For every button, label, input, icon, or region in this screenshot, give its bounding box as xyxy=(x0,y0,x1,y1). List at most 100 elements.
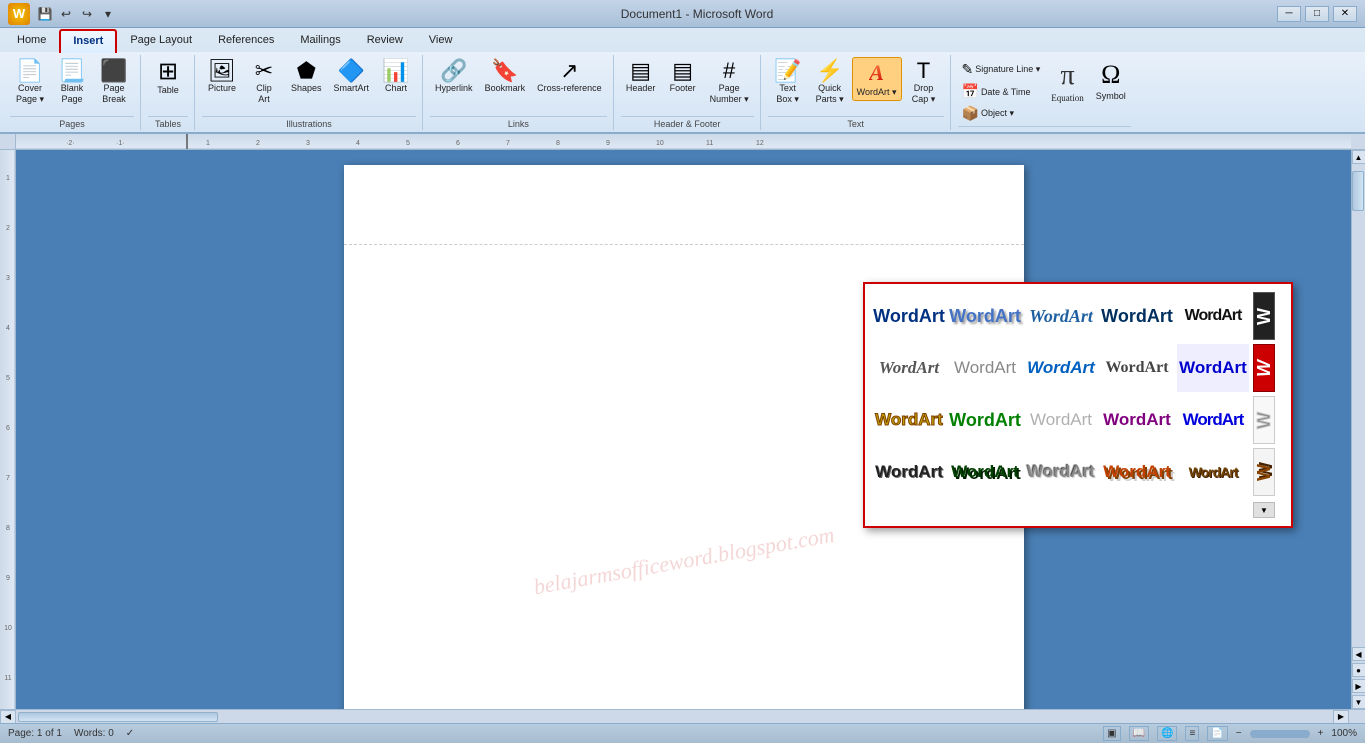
wordart-style-17[interactable]: WordArt xyxy=(949,448,1021,496)
ribbon-tab-bar: Home Insert Page Layout References Maili… xyxy=(0,28,1365,52)
text-group-label: Text xyxy=(768,116,944,130)
textbox-button[interactable]: 📝 TextBox ▾ xyxy=(768,57,808,108)
view-web-button[interactable]: 🌐 xyxy=(1157,726,1177,741)
watermark: belajarmsofficeword.blogspot.com xyxy=(531,522,836,601)
wordart-style-13[interactable]: WordArt xyxy=(1025,396,1097,444)
wordart-side-4[interactable]: W xyxy=(1253,448,1275,496)
wordart-style-8[interactable]: WordArt xyxy=(1025,344,1097,392)
vertical-scrollbar[interactable]: ▲ ◀ ● ▶ ▼ xyxy=(1351,150,1365,709)
undo-button[interactable]: ↩ xyxy=(57,5,75,23)
signatureline-button[interactable]: ✎ Signature Line ▾ xyxy=(958,59,1045,80)
crossref-button[interactable]: ↗ Cross-reference xyxy=(532,57,607,97)
header-button[interactable]: ▤ Header xyxy=(621,57,661,97)
svg-text:10: 10 xyxy=(4,625,12,632)
scroll-thumb[interactable] xyxy=(1352,171,1364,211)
wordart-style-11[interactable]: WordArt xyxy=(873,396,945,444)
view-outline-button[interactable]: ≡ xyxy=(1185,726,1199,741)
wordart-style-20[interactable]: WordArt xyxy=(1177,448,1249,496)
chart-button[interactable]: 📊 Chart xyxy=(376,57,416,97)
wordart-style-6[interactable]: WordArt xyxy=(873,344,945,392)
spelling-icon[interactable]: ✓ xyxy=(126,728,134,739)
wordart-button[interactable]: A WordArt ▾ xyxy=(852,57,902,101)
customize-button[interactable]: ▾ xyxy=(99,5,117,23)
cover-page-button[interactable]: 📄 CoverPage ▾ xyxy=(10,57,50,108)
scroll-down-button[interactable]: ▼ xyxy=(1352,695,1365,709)
tab-review[interactable]: Review xyxy=(354,29,416,53)
tab-mailings[interactable]: Mailings xyxy=(287,29,353,53)
signatureline-icon: ✎ xyxy=(962,61,974,78)
wordart-style-1[interactable]: WordArt xyxy=(873,292,945,340)
tab-references[interactable]: References xyxy=(205,29,287,53)
object-button[interactable]: 📦 Object ▾ xyxy=(958,103,1045,124)
wordart-style-2[interactable]: WordArt xyxy=(949,292,1021,340)
bookmark-button[interactable]: 🔖 Bookmark xyxy=(480,57,531,97)
wordart-style-15[interactable]: WordArt xyxy=(1177,396,1249,444)
wordart-side-2[interactable]: W xyxy=(1253,344,1275,392)
scroll-up-button[interactable]: ▲ xyxy=(1352,150,1365,164)
document-area: 1 2 3 4 5 6 7 8 9 10 11 belajarmsofficew… xyxy=(0,150,1365,709)
clipart-button[interactable]: ✂ ClipArt xyxy=(244,57,284,108)
headerfooter-group-label: Header & Footer xyxy=(621,116,754,130)
view-draft-button[interactable]: 📄 xyxy=(1207,726,1227,741)
wordart-scroll-down[interactable]: ▼ xyxy=(1253,502,1275,518)
wordart-style-3[interactable]: WordArt xyxy=(1025,292,1097,340)
svg-text:12: 12 xyxy=(756,140,764,147)
hscroll-right[interactable]: ▶ xyxy=(1333,710,1349,724)
tab-pagelayout[interactable]: Page Layout xyxy=(117,29,205,53)
symbol-button[interactable]: Ω Symbol xyxy=(1091,57,1131,105)
header-icon: ▤ xyxy=(630,60,651,82)
picture-button[interactable]: 🖼 Picture xyxy=(202,57,242,97)
horizontal-scrollbar[interactable]: ◀ ▶ xyxy=(0,709,1365,723)
save-button[interactable]: 💾 xyxy=(36,5,54,23)
view-fullread-button[interactable]: 📖 xyxy=(1129,726,1149,741)
blank-page-button[interactable]: 📃 BlankPage xyxy=(52,57,92,108)
wordart-style-18[interactable]: WordArt xyxy=(1025,448,1097,496)
datetime-button[interactable]: 📅 Date & Time xyxy=(958,81,1045,102)
close-button[interactable]: ✕ xyxy=(1333,6,1357,22)
pages-group-label: Pages xyxy=(10,116,134,130)
wordart-style-16[interactable]: WordArt xyxy=(873,448,945,496)
hscroll-left[interactable]: ◀ xyxy=(0,710,16,724)
redo-button[interactable]: ↪ xyxy=(78,5,96,23)
wordart-style-4[interactable]: WordArt xyxy=(1101,292,1173,340)
view-print-button[interactable]: ▣ xyxy=(1103,726,1120,741)
tab-insert[interactable]: Insert xyxy=(59,29,117,53)
zoom-slider[interactable] xyxy=(1250,730,1310,738)
office-logo[interactable]: W xyxy=(8,3,30,25)
wordart-style-14[interactable]: WordArt xyxy=(1101,396,1173,444)
wordart-style-10[interactable]: WordArt xyxy=(1177,344,1249,392)
hscroll-thumb[interactable] xyxy=(18,712,218,722)
wordart-style-12[interactable]: WordArt xyxy=(949,396,1021,444)
zoom-level[interactable]: 100% xyxy=(1331,728,1357,739)
tab-view[interactable]: View xyxy=(416,29,466,53)
hyperlink-button[interactable]: 🔗 Hyperlink xyxy=(430,57,478,97)
wordart-style-19[interactable]: WordArt xyxy=(1101,448,1173,496)
wordart-side-1[interactable]: W xyxy=(1253,292,1275,340)
quickparts-button[interactable]: ⚡ QuickParts ▾ xyxy=(810,57,850,108)
scroll-next-page[interactable]: ▶ xyxy=(1352,679,1365,693)
smartart-button[interactable]: 🔷 SmartArt xyxy=(329,57,375,97)
equation-button[interactable]: π Equation xyxy=(1046,57,1089,107)
svg-text:7: 7 xyxy=(506,140,510,147)
minimize-button[interactable]: ─ xyxy=(1277,6,1301,22)
page-break-button[interactable]: ⬛ PageBreak xyxy=(94,57,134,108)
pagenumber-button[interactable]: # PageNumber ▾ xyxy=(705,57,754,108)
dropcap-button[interactable]: T DropCap ▾ xyxy=(904,57,944,108)
wordart-style-5[interactable]: WordArt xyxy=(1177,292,1249,340)
shapes-button[interactable]: ⬟ Shapes xyxy=(286,57,327,97)
wordart-style-9[interactable]: WordArt xyxy=(1101,344,1173,392)
chart-icon: 📊 xyxy=(382,60,409,82)
footer-button[interactable]: ▤ Footer xyxy=(663,57,703,97)
ruler-indent-left[interactable] xyxy=(186,134,188,149)
tab-home[interactable]: Home xyxy=(4,29,59,53)
scroll-prev-page[interactable]: ◀ xyxy=(1352,647,1365,661)
ruler-corner xyxy=(0,134,16,149)
maximize-button[interactable]: □ xyxy=(1305,6,1329,22)
zoom-out-button[interactable]: − xyxy=(1236,728,1242,739)
table-button[interactable]: ⊞ Table xyxy=(148,57,188,99)
zoom-in-button[interactable]: + xyxy=(1318,728,1324,739)
pagenumber-icon: # xyxy=(723,60,735,82)
wordart-style-7[interactable]: WordArt xyxy=(949,344,1021,392)
textbox-icon: 📝 xyxy=(774,60,801,82)
wordart-side-3[interactable]: W xyxy=(1253,396,1275,444)
